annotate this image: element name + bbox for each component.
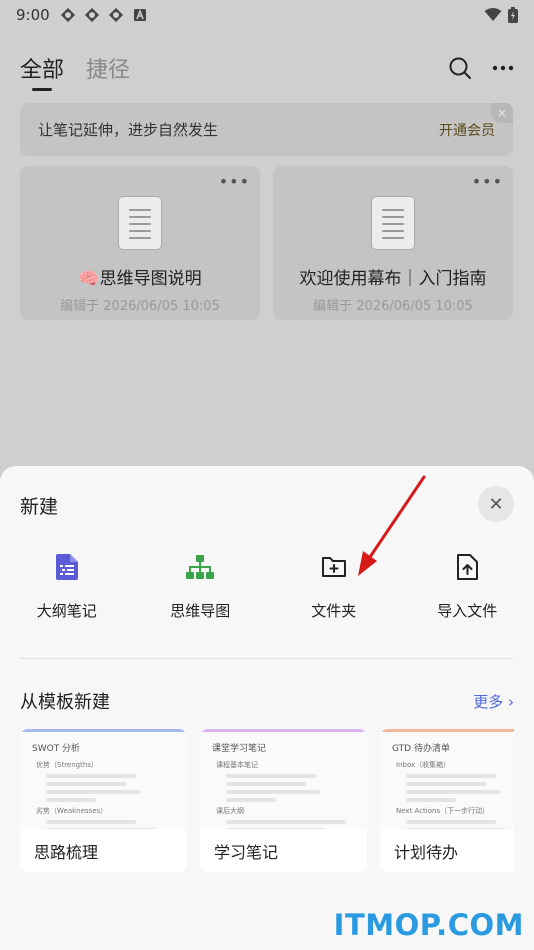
note-title: 🧠思维导图说明 [78, 269, 202, 289]
open-membership-link[interactable]: 开通会员 [439, 120, 495, 140]
banner-text: 让笔记延伸，进步自然发生 [38, 121, 219, 139]
new-folder-button[interactable]: 文件夹 [267, 552, 401, 621]
create-sheet: 新建 ✕ 大纲笔记 思维导图 文件夹 导入文件 从模板新建 更多 › SWOT … [0, 466, 534, 950]
template-preview: 课堂学习笔记 课程基本笔记 课后大纲 [200, 732, 367, 829]
note-title: 欢迎使用幕布｜入门指南 [299, 269, 487, 289]
import-file-button[interactable]: 导入文件 [401, 552, 534, 621]
template-card[interactable]: 课堂学习笔记 课程基本笔记 课后大纲 学习笔记 [200, 729, 367, 872]
folder-add-icon [321, 557, 346, 577]
battery-icon [508, 7, 518, 23]
preview-row: 课程基本笔记 [216, 761, 258, 769]
templates-header: 从模板新建 更多 › [20, 688, 514, 714]
wifi-icon [484, 8, 502, 21]
template-preview: SWOT 分析 优势（Strengths） 劣势（Weaknesses） [20, 732, 187, 829]
outline-note-icon [55, 554, 78, 580]
card-more-icon[interactable]: ••• [472, 172, 503, 191]
app-notification-icon [108, 8, 123, 22]
template-list: SWOT 分析 优势（Strengths） 劣势（Weaknesses） 思路梳… [20, 729, 514, 872]
note-edit-time: 编辑于 2026/06/05 10:05 [313, 299, 473, 314]
preview-title: 课堂学习笔记 [212, 744, 267, 754]
sheet-title: 新建 [20, 496, 59, 518]
template-name: 计划待办 [394, 842, 459, 862]
action-label: 文件夹 [311, 602, 357, 620]
note-edit-time: 编辑于 2026/06/05 10:05 [60, 299, 220, 314]
more-icon[interactable] [492, 65, 514, 71]
close-icon[interactable]: ✕ [478, 486, 514, 522]
note-card[interactable]: ••• 🧠思维导图说明 编辑于 2026/06/05 10:05 [20, 166, 260, 320]
create-actions: 大纲笔记 思维导图 文件夹 导入文件 [0, 552, 534, 621]
preview-title: GTD 待办清单 [392, 744, 450, 754]
template-name: 思路梳理 [34, 842, 99, 862]
templates-title: 从模板新建 [20, 692, 110, 713]
new-outline-button[interactable]: 大纲笔记 [0, 552, 134, 621]
membership-banner[interactable]: 让笔记延伸，进步自然发生 开通会员 ✕ [20, 103, 513, 156]
preview-row: Inbox（收集箱） [396, 761, 451, 769]
card-more-icon[interactable]: ••• [219, 172, 250, 191]
import-file-icon [457, 554, 479, 580]
more-templates-link[interactable]: 更多 › [473, 691, 514, 712]
document-icon [371, 196, 415, 250]
status-time: 9:00 [16, 6, 50, 24]
document-icon [118, 196, 162, 250]
new-mindmap-button[interactable]: 思维导图 [134, 552, 268, 621]
note-card[interactable]: ••• 欢迎使用幕布｜入门指南 编辑于 2026/06/05 10:05 [273, 166, 513, 320]
font-notification-icon [133, 8, 146, 21]
status-bar: 9:00 [0, 0, 534, 30]
preview-row: 优势（Strengths） [36, 761, 98, 769]
app-notification-icon [60, 8, 75, 22]
template-card[interactable]: SWOT 分析 优势（Strengths） 劣势（Weaknesses） 思路梳… [20, 729, 187, 872]
app-notification-icon [84, 8, 99, 22]
template-preview: GTD 待办清单 Inbox（收集箱） Next Actions（下一步行动） [380, 732, 514, 829]
header: 全部 捷径 [20, 48, 514, 91]
divider [20, 658, 514, 659]
action-label: 思维导图 [170, 602, 231, 620]
action-label: 导入文件 [437, 602, 498, 620]
preview-row: 劣势（Weaknesses） [36, 807, 108, 815]
tab-all[interactable]: 全部 [20, 52, 64, 91]
banner-close-icon[interactable]: ✕ [491, 103, 513, 123]
action-label: 大纲笔记 [36, 602, 97, 620]
template-name: 学习笔记 [214, 842, 279, 862]
preview-row: 课后大纲 [216, 807, 244, 815]
watermark: ITMOP.COM [333, 908, 524, 942]
preview-row: Next Actions（下一步行动） [396, 807, 490, 815]
template-card[interactable]: GTD 待办清单 Inbox（收集箱） Next Actions（下一步行动） … [380, 729, 514, 872]
tab-shortcuts[interactable]: 捷径 [86, 52, 130, 84]
mindmap-icon [186, 555, 215, 579]
preview-title: SWOT 分析 [32, 744, 81, 754]
search-icon[interactable] [448, 56, 472, 80]
